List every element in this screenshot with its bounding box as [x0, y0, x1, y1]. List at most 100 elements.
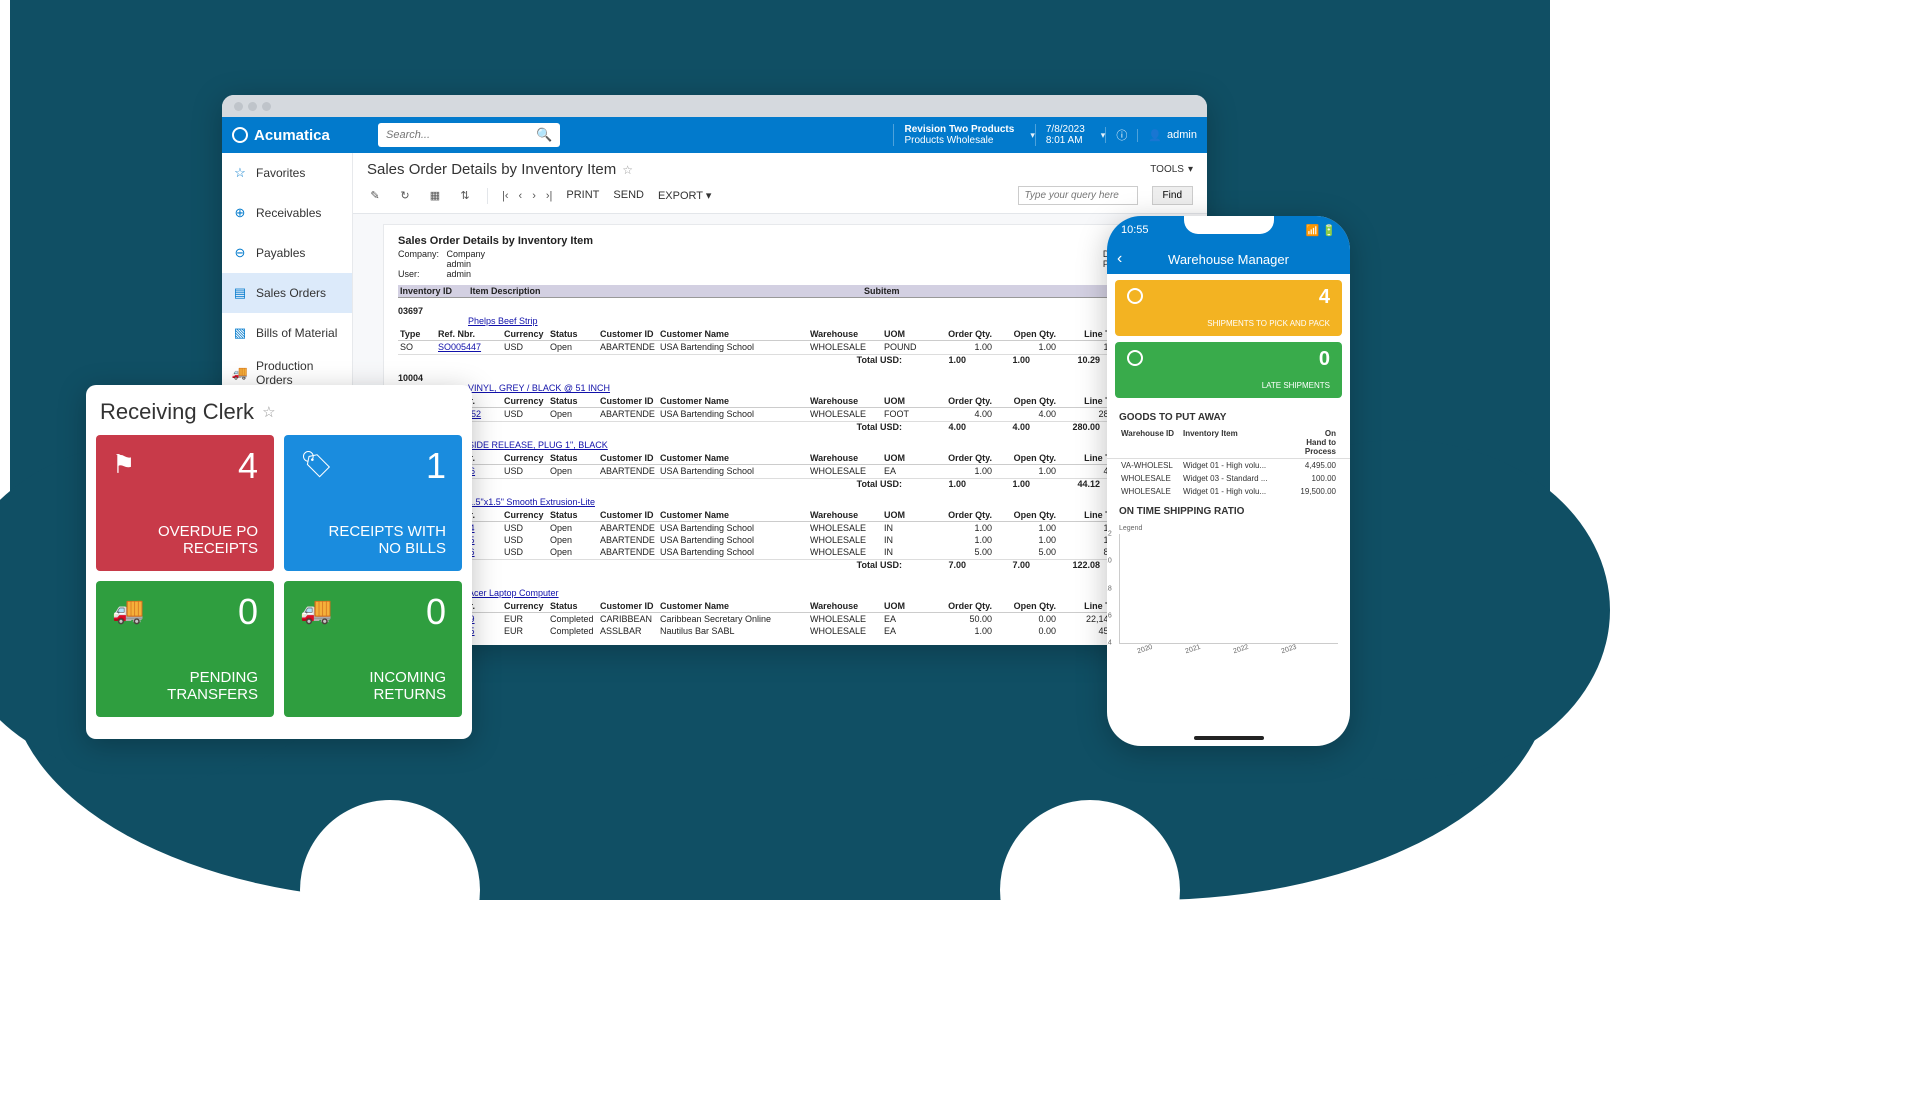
brand[interactable]: Acumatica [222, 127, 370, 144]
group-link[interactable]: VINYL, GREY / BLACK @ 51 INCH [468, 383, 1162, 393]
tile-count: 0 [1319, 348, 1330, 371]
user-icon: 👤 [1148, 129, 1162, 142]
filter-icon[interactable]: ⇅ [457, 188, 473, 204]
tile-label: OVERDUE PORECEIPTS [158, 523, 258, 558]
search-box[interactable]: 🔍 [378, 123, 560, 147]
tile-label: RECEIPTS WITHNO BILLS [328, 523, 446, 558]
tile-label: SHIPMENTS TO PICK AND PACK [1207, 319, 1330, 328]
prev-page-icon[interactable]: ‹ [519, 190, 523, 202]
report-title: Sales Order Details by Inventory Item [398, 235, 1162, 247]
date-line: 7/8/2023 [1046, 124, 1085, 135]
col-header: OnHand toProcess [1290, 427, 1338, 458]
col-header: Inventory Item [1181, 427, 1290, 458]
sidebar-item-bom[interactable]: ▧ Bills of Material [222, 313, 352, 353]
receiving-clerk-widget: Receiving Clerk☆ ⚑4OVERDUE PORECEIPTS🏷1R… [86, 385, 472, 739]
grid-icon[interactable]: ▦ [427, 188, 443, 204]
brand-icon [232, 127, 248, 143]
sidebar-item-label: Receivables [256, 206, 321, 220]
window-dot[interactable] [248, 102, 257, 111]
business-date[interactable]: 7/8/2023 8:01 AM [1035, 124, 1095, 146]
report-row[interactable]: SOSO005452USDOpenABARTENDEUSA Bartending… [398, 408, 1162, 420]
sidebar-item-label: Favorites [256, 166, 305, 180]
chart-legend: Legend [1119, 525, 1338, 532]
status-icons: 📶 🔋 [1306, 224, 1336, 237]
group-link[interactable]: SIDE RELEASE, PLUG 1", BLACK [468, 440, 1162, 450]
print-button[interactable]: PRINT [566, 189, 599, 202]
window-dot[interactable] [262, 102, 271, 111]
table-row[interactable]: WHOLESALEWidget 01 - High volu...19,500.… [1107, 485, 1350, 498]
mobile-header: ‹ Warehouse Manager [1107, 244, 1350, 274]
star-icon: ☆ [232, 165, 248, 181]
tools-menu[interactable]: TOOLS ▾ [1150, 164, 1193, 175]
search-icon[interactable]: 🔍 [536, 127, 552, 143]
label: User: [398, 269, 444, 279]
brand-label: Acumatica [254, 127, 330, 144]
page-title: Sales Order Details by Inventory Item [367, 161, 616, 178]
report-row[interactable]: C005434USDOpenABARTENDEUSA Bartending Sc… [398, 522, 1162, 534]
plus-circle-icon: ⊕ [232, 205, 248, 221]
send-button[interactable]: SEND [613, 189, 644, 202]
mobile-title: Warehouse Manager [1168, 252, 1289, 267]
favorite-star-icon[interactable]: ☆ [622, 163, 633, 177]
last-page-icon[interactable]: ›| [546, 190, 553, 202]
window-dot[interactable] [234, 102, 243, 111]
report-row[interactable]: C005045EURCompletedASSLBARNautilus Bar S… [398, 625, 1162, 637]
toolbar: ✎ ↻ ▦ ⇅ |‹ ‹ › ›| PRINT SEND EXPORT ▾ [353, 182, 1207, 214]
sidebar-item-payables[interactable]: ⊖Payables [222, 233, 352, 273]
list-icon: ▧ [232, 325, 248, 341]
document-icon: ▤ [232, 285, 248, 301]
report-row[interactable]: O005456USDOpenABARTENDEUSA Bartending Sc… [398, 465, 1162, 477]
dashboard-tile[interactable]: 🚚0INCOMINGRETURNS [284, 581, 462, 717]
find-button[interactable]: Find [1152, 186, 1193, 205]
favorite-star-icon[interactable]: ☆ [262, 403, 275, 421]
mobile-tile[interactable]: 0LATE SHIPMENTS [1115, 342, 1342, 398]
col-header: Warehouse ID [1119, 427, 1181, 458]
back-icon[interactable]: ‹ [1117, 250, 1122, 268]
report-viewer: Sales Order Details by Inventory Item Co… [353, 214, 1207, 645]
col-header: Item Description [468, 285, 862, 297]
label: Company: [398, 249, 444, 259]
tenant-name: Revision Two Products [904, 124, 1014, 135]
user-menu[interactable]: 👤 admin [1137, 129, 1207, 142]
mobile-tile[interactable]: 4 SHIPMENTS TO PICK AND PACK [1115, 280, 1342, 336]
home-indicator[interactable] [1194, 736, 1264, 740]
report-row[interactable]: C005455USDOpenABARTENDEUSA Bartending Sc… [398, 534, 1162, 546]
sidebar-item-receivables[interactable]: ⊕ Receivables [222, 193, 352, 233]
sidebar-item-favorites[interactable]: ☆ Favorites [222, 153, 352, 193]
tile-icon: 🏷 [300, 449, 446, 480]
help-button[interactable]: ⓘ [1105, 127, 1137, 143]
mobile-device: 10:55 📶 🔋 ‹ Warehouse Manager 4SHIPMENTS… [1107, 216, 1350, 746]
value: admin admin [447, 259, 493, 279]
chevron-down-icon[interactable]: ▾ [1024, 130, 1035, 141]
refresh-icon[interactable]: ↻ [397, 188, 413, 204]
group-link[interactable]: Phelps Beef Strip [468, 316, 1162, 326]
group-link[interactable]: 1.5"x1.5" Smooth Extrusion-Lite [468, 497, 1162, 507]
tile-count: 4 [1319, 286, 1330, 309]
time-line: 8:01 AM [1046, 135, 1085, 146]
report-row[interactable]: SOSO005447USDOpenABARTENDEUSA Bartending… [398, 341, 1162, 353]
export-button[interactable]: EXPORT ▾ [658, 189, 711, 202]
sidebar-item-label: Bills of Material [256, 326, 337, 340]
chevron-down-icon[interactable]: ▾ [1095, 130, 1106, 141]
main-content: Sales Order Details by Inventory Item ☆ T… [353, 153, 1207, 645]
next-page-icon[interactable]: › [532, 190, 536, 202]
clock-icon [1127, 288, 1143, 304]
minus-circle-icon: ⊖ [232, 245, 248, 261]
query-input[interactable] [1018, 186, 1138, 205]
table-row[interactable]: VA-WHOLESLWidget 01 - High volu...4,495.… [1107, 459, 1350, 472]
sidebar-item-sales-orders[interactable]: ▤Sales Orders [222, 273, 352, 313]
user-label: admin [1167, 129, 1197, 141]
dashboard-tile[interactable]: ⚑4OVERDUE PORECEIPTS [96, 435, 274, 571]
table-row[interactable]: WHOLESALEWidget 03 - Standard ...100.00 [1107, 472, 1350, 485]
chevron-down-icon: ▾ [1188, 164, 1193, 175]
first-page-icon[interactable]: |‹ [502, 190, 509, 202]
report-row[interactable]: C007299EURCompletedCARIBBEANCaribbean Se… [398, 613, 1162, 625]
tile-count: 0 [238, 591, 258, 633]
dashboard-tile[interactable]: 🚚0PENDINGTRANSFERS [96, 581, 274, 717]
dashboard-tile[interactable]: 🏷1RECEIPTS WITHNO BILLS [284, 435, 462, 571]
search-input[interactable] [386, 129, 536, 141]
tenant-selector[interactable]: Revision Two Products Products Wholesale [893, 124, 1024, 146]
group-link[interactable]: Acer Laptop Computer [468, 588, 1162, 598]
report-row[interactable]: C005456USDOpenABARTENDEUSA Bartending Sc… [398, 546, 1162, 558]
edit-icon[interactable]: ✎ [367, 188, 383, 204]
